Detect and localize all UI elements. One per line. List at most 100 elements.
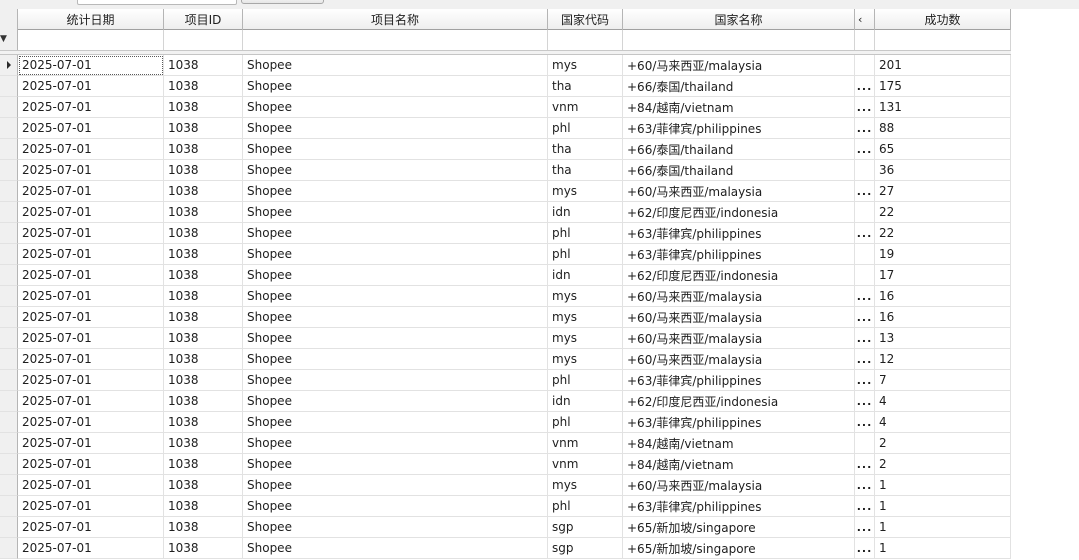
cell-project-id[interactable]: 1038 xyxy=(164,328,243,349)
cell-project-id[interactable]: 1038 xyxy=(164,223,243,244)
table-row[interactable]: 2025-07-01 1038 Shopee vnm +84/越南/vietnam 2 xyxy=(0,433,1011,454)
cell-date[interactable]: 2025-07-01 xyxy=(18,160,164,181)
cell-success-count[interactable]: 1 xyxy=(875,538,1011,559)
table-row[interactable]: 2025-07-01 1038 Shopee phl +63/菲律宾/philippin… xyxy=(0,412,1011,433)
filter-cell-success-count[interactable] xyxy=(875,30,1011,50)
table-row[interactable]: 2025-07-01 1038 Shopee phl +63/菲律宾/philippin… xyxy=(0,223,1011,244)
column-header-country-code[interactable]: 国家代码 xyxy=(548,9,623,30)
cell-success-count[interactable]: 2 xyxy=(875,433,1011,454)
filter-cell-country-name[interactable] xyxy=(623,30,855,50)
table-row[interactable]: 2025-07-01 1038 Shopee phl +63/菲律宾/philippin… xyxy=(0,244,1011,265)
cell-project-id[interactable]: 1038 xyxy=(164,160,243,181)
cell-project-id[interactable]: 1038 xyxy=(164,286,243,307)
cell-truncated[interactable]: ... xyxy=(855,118,875,139)
cell-success-count[interactable]: 1 xyxy=(875,475,1011,496)
cell-success-count[interactable]: 19 xyxy=(875,244,1011,265)
cell-truncated[interactable]: ... xyxy=(855,286,875,307)
cell-success-count[interactable]: 175 xyxy=(875,76,1011,97)
cell-country-name[interactable]: +65/新加坡/singapore xyxy=(623,538,855,559)
table-row[interactable]: 2025-07-01 1038 Shopee mys +60/马来西亚/malaysia… xyxy=(0,181,1011,202)
cell-country-name[interactable]: +60/马来西亚/malaysia xyxy=(623,349,855,370)
cell-project-name[interactable]: Shopee xyxy=(243,202,548,223)
filter-cell-truncated[interactable] xyxy=(855,30,875,50)
cell-date[interactable]: 2025-07-01 xyxy=(18,412,164,433)
cell-truncated[interactable]: ... xyxy=(855,97,875,118)
cell-country-code[interactable]: phl xyxy=(548,118,623,139)
column-header-date[interactable]: 统计日期 xyxy=(18,9,164,30)
cell-project-name[interactable]: Shopee xyxy=(243,538,548,559)
cell-date[interactable]: 2025-07-01 xyxy=(18,454,164,475)
cell-project-name[interactable]: Shopee xyxy=(243,181,548,202)
cell-date[interactable]: 2025-07-01 xyxy=(18,118,164,139)
cell-truncated[interactable] xyxy=(855,160,875,181)
cell-date[interactable]: 2025-07-01 xyxy=(18,370,164,391)
cell-success-count[interactable]: 7 xyxy=(875,370,1011,391)
cell-date[interactable]: 2025-07-01 xyxy=(18,265,164,286)
cell-country-code[interactable]: tha xyxy=(548,139,623,160)
cell-project-id[interactable]: 1038 xyxy=(164,118,243,139)
row-indicator[interactable] xyxy=(0,517,18,538)
row-indicator[interactable] xyxy=(0,454,18,475)
cell-truncated[interactable] xyxy=(855,202,875,223)
table-row[interactable]: 2025-07-01 1038 Shopee sgp +65/新加坡/singapore… xyxy=(0,538,1011,559)
cell-success-count[interactable]: 4 xyxy=(875,412,1011,433)
cell-success-count[interactable]: 2 xyxy=(875,454,1011,475)
cell-project-id[interactable]: 1038 xyxy=(164,412,243,433)
cell-project-id[interactable]: 1038 xyxy=(164,139,243,160)
cell-date[interactable]: 2025-07-01 xyxy=(18,139,164,160)
cell-success-count[interactable]: 12 xyxy=(875,349,1011,370)
table-row[interactable]: 2025-07-01 1038 Shopee mys +60/马来西亚/malaysia… xyxy=(0,286,1011,307)
cell-project-name[interactable]: Shopee xyxy=(243,412,548,433)
cell-project-id[interactable]: 1038 xyxy=(164,265,243,286)
cell-country-name[interactable]: +66/泰国/thailand xyxy=(623,160,855,181)
cell-truncated[interactable]: ... xyxy=(855,181,875,202)
row-indicator[interactable] xyxy=(0,370,18,391)
row-indicator[interactable] xyxy=(0,223,18,244)
cell-project-name[interactable]: Shopee xyxy=(243,118,548,139)
cell-truncated[interactable] xyxy=(855,265,875,286)
cell-project-name[interactable]: Shopee xyxy=(243,244,548,265)
cell-project-name[interactable]: Shopee xyxy=(243,328,548,349)
table-row[interactable]: 2025-07-01 1038 Shopee tha +66/泰国/thailand..… xyxy=(0,139,1011,160)
cell-date[interactable]: 2025-07-01 xyxy=(18,475,164,496)
cell-country-code[interactable]: idn xyxy=(548,265,623,286)
cell-project-id[interactable]: 1038 xyxy=(164,538,243,559)
cell-success-count[interactable]: 22 xyxy=(875,223,1011,244)
cell-country-name[interactable]: +60/马来西亚/malaysia xyxy=(623,55,855,76)
cell-country-name[interactable]: +63/菲律宾/philippines xyxy=(623,412,855,433)
cell-project-name[interactable]: Shopee xyxy=(243,391,548,412)
cell-truncated[interactable] xyxy=(855,244,875,265)
cell-project-id[interactable]: 1038 xyxy=(164,475,243,496)
cell-truncated[interactable]: ... xyxy=(855,517,875,538)
cell-country-code[interactable]: idn xyxy=(548,202,623,223)
cell-project-name[interactable]: Shopee xyxy=(243,55,548,76)
cell-country-code[interactable]: vnm xyxy=(548,454,623,475)
cell-truncated[interactable] xyxy=(855,433,875,454)
cell-project-id[interactable]: 1038 xyxy=(164,244,243,265)
cell-project-id[interactable]: 1038 xyxy=(164,433,243,454)
table-row[interactable]: 2025-07-01 1038 Shopee mys +60/马来西亚/malaysia… xyxy=(0,55,1011,76)
cell-date[interactable]: 2025-07-01 xyxy=(18,55,164,76)
cell-date[interactable]: 2025-07-01 xyxy=(18,538,164,559)
cell-country-code[interactable]: mys xyxy=(548,307,623,328)
cell-country-code[interactable]: mys xyxy=(548,328,623,349)
cell-country-name[interactable]: +60/马来西亚/malaysia xyxy=(623,475,855,496)
row-indicator[interactable] xyxy=(0,433,18,454)
filter-cell-project-name[interactable] xyxy=(243,30,548,50)
row-indicator[interactable] xyxy=(0,475,18,496)
table-row[interactable]: 2025-07-01 1038 Shopee phl +63/菲律宾/philippin… xyxy=(0,370,1011,391)
cell-success-count[interactable]: 36 xyxy=(875,160,1011,181)
table-row[interactable]: 2025-07-01 1038 Shopee idn +62/印度尼西亚/indones… xyxy=(0,202,1011,223)
cell-project-id[interactable]: 1038 xyxy=(164,517,243,538)
cell-project-id[interactable]: 1038 xyxy=(164,55,243,76)
row-indicator[interactable] xyxy=(0,118,18,139)
cell-success-count[interactable]: 1 xyxy=(875,517,1011,538)
cell-project-name[interactable]: Shopee xyxy=(243,517,548,538)
row-indicator[interactable] xyxy=(0,76,18,97)
cell-country-code[interactable]: phl xyxy=(548,244,623,265)
cell-country-code[interactable]: mys xyxy=(548,349,623,370)
cell-country-code[interactable]: tha xyxy=(548,76,623,97)
row-indicator[interactable] xyxy=(0,307,18,328)
cell-success-count[interactable]: 13 xyxy=(875,328,1011,349)
cell-project-id[interactable]: 1038 xyxy=(164,76,243,97)
